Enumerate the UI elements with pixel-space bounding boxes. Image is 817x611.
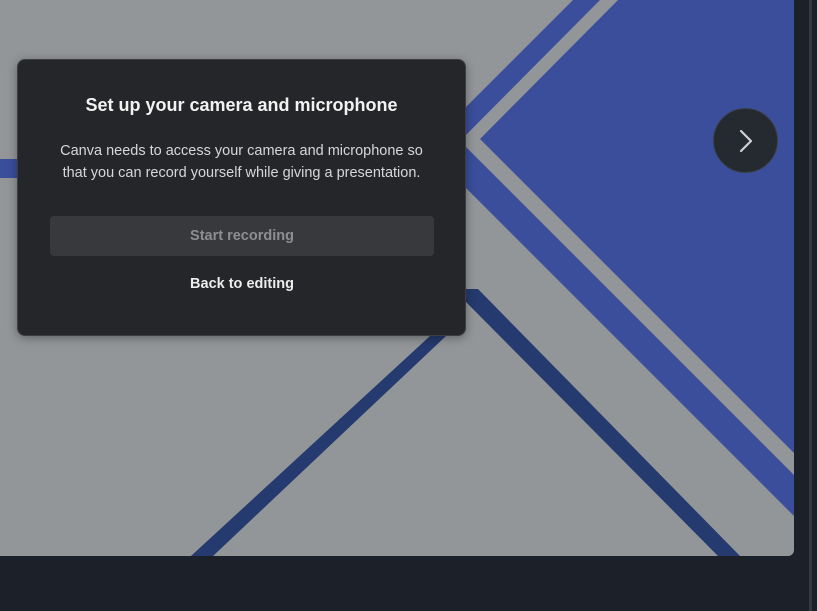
presenter-view: Set up your camera and microphone Canva …	[0, 0, 817, 611]
scrollbar-track[interactable]	[809, 0, 812, 611]
dialog-title: Set up your camera and microphone	[85, 95, 398, 115]
dialog-description: Canva needs to access your camera and mi…	[60, 143, 423, 181]
camera-setup-dialog: Set up your camera and microphone Canva …	[17, 59, 466, 336]
back-to-editing-button[interactable]: Back to editing	[148, 271, 336, 297]
next-slide-button[interactable]	[713, 108, 778, 173]
chevron-right-icon	[739, 129, 752, 152]
start-recording-button[interactable]: Start recording	[50, 216, 434, 256]
left-edge-shape	[0, 159, 17, 178]
